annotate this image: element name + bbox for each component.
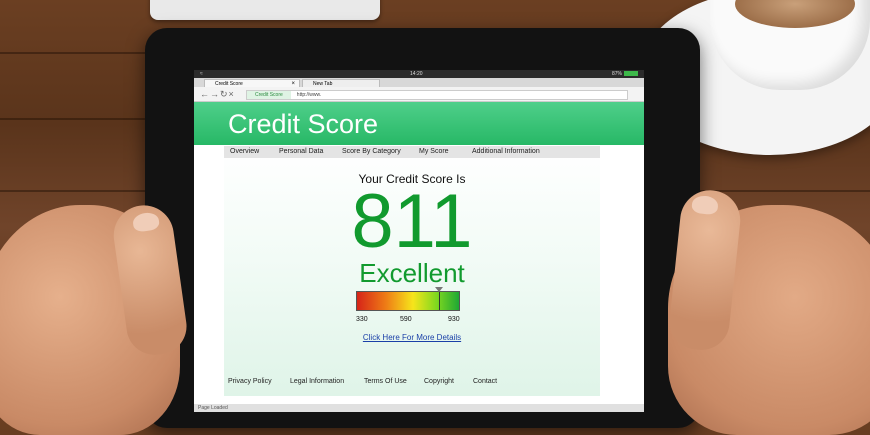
tab-credit-score[interactable]: Credit Score × — [204, 79, 300, 87]
browser-nav-bar: ←→↻× Credit Score http://www. — [194, 87, 644, 102]
status-time: 14:20 — [410, 71, 423, 77]
status-bar: ≈ 14:20 87% — [194, 70, 644, 78]
reload-icon[interactable]: ↻ — [220, 89, 229, 99]
page-banner: Credit Score — [194, 102, 644, 145]
browser-status-bar: Page Loaded — [194, 404, 644, 412]
menu-item-overview[interactable]: Overview — [230, 146, 259, 158]
menu-item-my-score[interactable]: My Score — [419, 146, 449, 158]
gauge-max-label: 930 — [448, 316, 460, 323]
score-rating: Excellent — [359, 258, 465, 288]
nav-buttons: ←→↻× — [200, 89, 235, 100]
battery-indicator: 87% — [612, 71, 638, 77]
nav-menu: Overview Personal Data Score By Category… — [224, 146, 600, 158]
footer-terms-of-use-link[interactable]: Terms Of Use — [364, 378, 407, 385]
footer-contact-link[interactable]: Contact — [473, 378, 497, 385]
main-content: Overview Personal Data Score By Category… — [224, 146, 600, 396]
address-site-label: Credit Score — [247, 91, 291, 99]
forward-icon[interactable]: → — [210, 89, 220, 99]
gauge-mid-label: 590 — [400, 316, 412, 323]
page-title: Credit Score — [228, 109, 379, 139]
address-url: http://www. — [296, 92, 322, 98]
score-gauge — [356, 287, 460, 311]
tab-new-tab[interactable]: New Tab — [302, 79, 380, 87]
browser-tab-strip: Credit Score × New Tab — [194, 78, 644, 87]
back-icon[interactable]: ← — [200, 89, 210, 99]
battery-percent: 87% — [611, 71, 622, 77]
footer-copyright-link[interactable]: Copyright — [424, 378, 454, 385]
footer-privacy-policy-link[interactable]: Privacy Policy — [228, 378, 272, 385]
keyboard — [150, 0, 380, 20]
more-details-link[interactable]: Click Here For More Details — [224, 333, 600, 342]
battery-icon — [624, 71, 638, 76]
credit-score-value: 811 — [351, 179, 473, 264]
gauge-needle — [439, 292, 440, 310]
menu-item-additional-information[interactable]: Additional Information — [472, 146, 540, 158]
menu-item-score-by-category[interactable]: Score By Category — [342, 146, 401, 158]
footer-legal-information-link[interactable]: Legal Information — [290, 378, 344, 385]
wifi-icon: ≈ — [200, 71, 203, 77]
tablet-screen: ≈ 14:20 87% Credit Score × New Tab ←→↻× … — [194, 70, 644, 412]
address-bar[interactable]: Credit Score http://www. — [246, 90, 628, 100]
gauge-min-label: 330 — [356, 316, 368, 323]
menu-item-personal-data[interactable]: Personal Data — [279, 146, 323, 158]
page-footer: Privacy Policy Legal Information Terms O… — [224, 378, 600, 390]
more-details-link-text[interactable]: Click Here For More Details — [363, 333, 461, 342]
stop-icon[interactable]: × — [229, 89, 235, 99]
